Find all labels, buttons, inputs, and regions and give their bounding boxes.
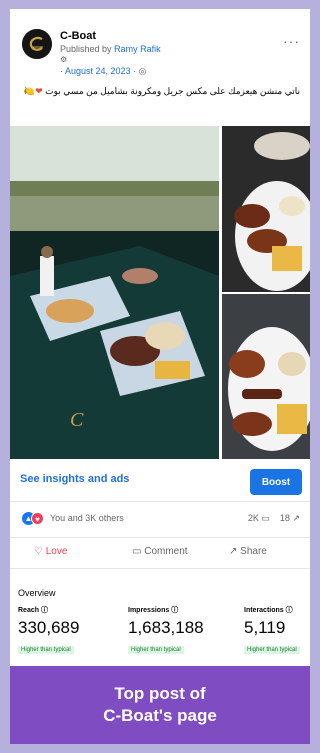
- engagement-counts: 2K ▭ 18 ↗: [248, 513, 300, 524]
- see-insights-link[interactable]: See insights and ads: [20, 473, 129, 485]
- published-author-link[interactable]: Ramy Rafik: [114, 44, 161, 54]
- photo-main[interactable]: C: [10, 126, 219, 459]
- boost-button[interactable]: Boost: [250, 469, 302, 495]
- post-header: C-Boat Published by Ramy Rafik ⚙ · Augus…: [10, 9, 310, 97]
- svg-text:C: C: [70, 409, 84, 431]
- metric-impressions[interactable]: Impressions ⓘ 1,683,188 Higher than typi…: [128, 605, 204, 656]
- metric-reach[interactable]: Reach ⓘ 330,689 Higher than typical: [18, 605, 79, 656]
- post-actions: ♡ Love ▭ Comment ↗ Share: [10, 537, 310, 569]
- photo-top-right[interactable]: [222, 126, 310, 292]
- comments-count[interactable]: 2K: [248, 513, 259, 523]
- top-post-banner: Top post of C-Boat's page: [10, 666, 310, 744]
- post-photo-grid[interactable]: C: [10, 126, 310, 459]
- metric-badge: Higher than typical: [18, 646, 74, 654]
- info-icon: ⓘ: [171, 607, 179, 614]
- date-separator: ·: [133, 66, 137, 76]
- love-icon: ♡: [34, 546, 43, 557]
- info-icon: ⓘ: [285, 607, 293, 614]
- metric-value: 1,683,188: [128, 618, 204, 637]
- love-reaction-icon: ♥: [31, 512, 44, 525]
- reactions-summary[interactable]: You and 3K others: [50, 513, 124, 523]
- metric-value: 5,119: [244, 618, 286, 637]
- kofta-plate-image: [222, 294, 310, 459]
- caption-text: ناتي منشن هيعزمك على مكس جريل ومكرونة بش…: [45, 86, 300, 96]
- globe-icon: ◎: [138, 66, 147, 76]
- post-date-link[interactable]: August 24, 2023: [65, 66, 131, 76]
- love-button[interactable]: ♡ Love: [34, 546, 67, 557]
- page-avatar[interactable]: [22, 29, 52, 59]
- banner-line-2: C-Boat's page: [103, 706, 217, 725]
- post-caption: ناتي منشن هيعزمك على مكس جريل ومكرونة بش…: [20, 85, 300, 97]
- info-icon: ⓘ: [40, 607, 48, 614]
- comment-icon: ▭: [261, 513, 270, 523]
- published-by: Published by Ramy Rafik: [60, 44, 161, 54]
- comment-icon: ▭: [132, 546, 142, 557]
- post-date-row: · August 24, 2023 · ◎: [60, 66, 146, 77]
- overview-title: Overview: [18, 588, 56, 598]
- banner-line-1: Top post of: [114, 684, 206, 703]
- more-options-button[interactable]: ···: [283, 33, 300, 49]
- share-icon: ↗: [292, 513, 300, 523]
- metric-value: 330,689: [18, 618, 80, 637]
- c-boat-logo-icon: [22, 29, 52, 59]
- shares-count[interactable]: 18: [280, 513, 290, 523]
- insights-bar: See insights and ads Boost: [10, 461, 310, 502]
- photo-bottom-right[interactable]: [222, 294, 310, 459]
- grilled-plate-image: [222, 126, 310, 292]
- date-separator: ·: [60, 66, 63, 76]
- facebook-post-card: C-Boat Published by Ramy Rafik ⚙ · Augus…: [10, 9, 310, 666]
- metric-label: Reach ⓘ: [18, 607, 48, 614]
- share-button[interactable]: ↗ Share: [229, 546, 267, 557]
- published-prefix: Published by: [60, 44, 112, 54]
- page-name[interactable]: C-Boat: [60, 30, 96, 42]
- metric-badge: Higher than typical: [244, 646, 300, 654]
- settings-icon[interactable]: ⚙: [60, 55, 67, 64]
- caption-emojis: ❤🍋: [23, 86, 43, 96]
- comment-button[interactable]: ▭ Comment: [132, 546, 188, 557]
- metric-label: Impressions ⓘ: [128, 607, 179, 614]
- metric-interactions[interactable]: Interactions ⓘ 5,119 Higher than typical: [244, 605, 300, 656]
- share-label: Share: [240, 546, 267, 557]
- comment-label: Comment: [144, 546, 188, 557]
- metric-label: Interactions ⓘ: [244, 607, 293, 614]
- share-icon: ↗: [229, 546, 238, 557]
- love-label: Love: [45, 546, 68, 557]
- boat-platter-image: C: [10, 126, 219, 459]
- reactions-row: ▲ ♥ You and 3K others 2K ▭ 18 ↗: [10, 509, 310, 531]
- reaction-icons[interactable]: ▲ ♥: [22, 512, 46, 526]
- metric-badge: Higher than typical: [128, 646, 184, 654]
